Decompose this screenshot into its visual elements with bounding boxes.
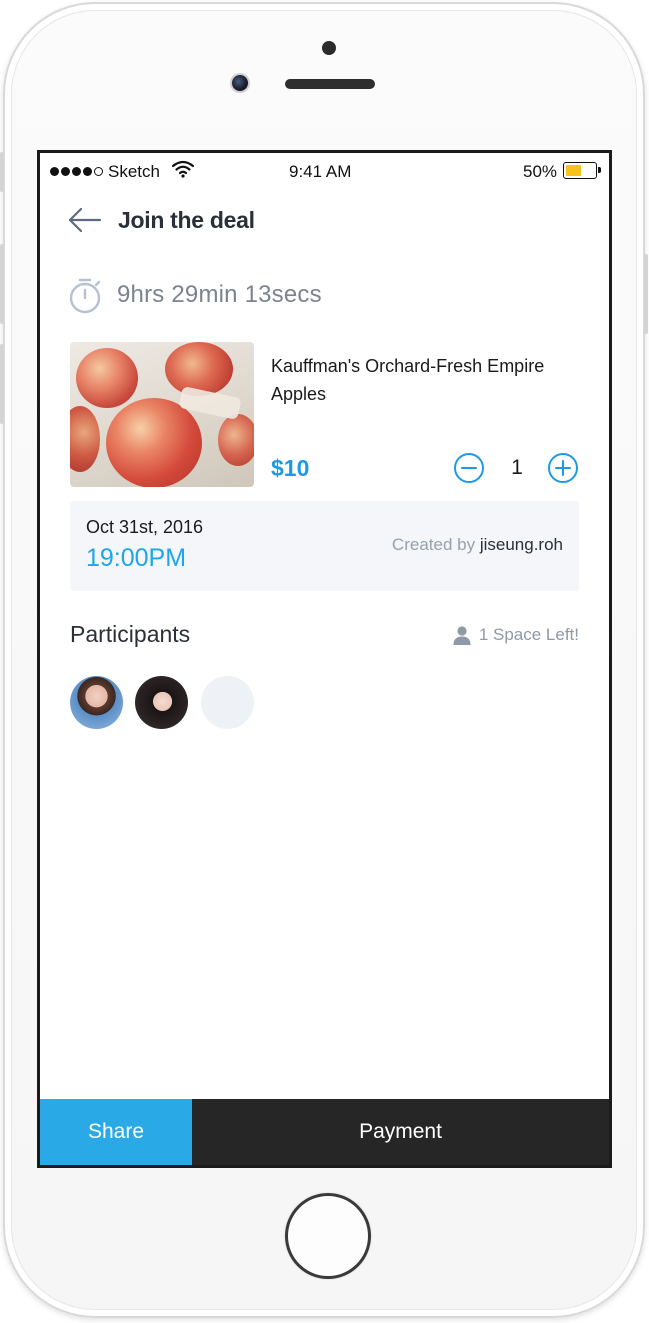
battery-icon [563, 162, 601, 179]
page-title: Join the deal [118, 207, 255, 233]
countdown-timer: 9hrs 29min 13secs [117, 281, 322, 308]
stopwatch-icon [69, 278, 101, 314]
quantity-value: 1 [511, 456, 523, 479]
plus-circle-icon[interactable] [547, 452, 579, 484]
created-by-label: Created by [391, 535, 476, 554]
status-bar: Sketch 9:41 AM 50% [40, 153, 609, 193]
carrier-name: Sketch [108, 162, 160, 181]
space-left-indicator: 1 Space Left! [453, 625, 579, 645]
home-button[interactable] [285, 1193, 371, 1279]
payment-button[interactable]: Payment [192, 1099, 609, 1165]
user-icon [453, 625, 471, 645]
avatar-user-2[interactable] [135, 676, 188, 729]
product-price: $10 [271, 455, 310, 481]
signal-dots-icon [50, 167, 103, 176]
participants-title: Participants [70, 621, 191, 647]
earpiece-speaker [285, 79, 375, 89]
bottom-action-bar: Share Payment [40, 1099, 609, 1165]
battery-fill [565, 164, 581, 176]
product-name: Kauffman's Orchard-Fresh Empire Apples [271, 356, 545, 404]
avatar-empty-slot[interactable] [201, 676, 254, 729]
created-by: Created by jiseung.roh [392, 535, 563, 555]
front-camera [230, 73, 250, 93]
volume-down-button [0, 344, 4, 424]
avatar-user-1[interactable] [70, 676, 123, 729]
space-left-text: 1 Space Left! [478, 625, 579, 644]
power-button [644, 254, 648, 334]
wifi-icon [172, 160, 194, 178]
mute-switch [0, 152, 4, 192]
volume-up-button [0, 244, 4, 324]
page-header: Join the deal [40, 193, 609, 253]
status-time: 9:41 AM [289, 162, 352, 181]
deal-date: Oct 31st, 2016 [86, 517, 204, 537]
battery-percentage: 50% [523, 162, 558, 181]
creator-username[interactable]: jiseung.roh [480, 535, 563, 554]
arrow-left-icon[interactable] [68, 207, 102, 233]
app-screen: Sketch 9:41 AM 50% Join the deal 9hrs 29… [37, 150, 612, 1168]
share-button[interactable]: Share [40, 1099, 192, 1165]
deal-info-box: Oct 31st, 2016 19:00PM Created by jiseun… [70, 501, 579, 591]
minus-circle-icon[interactable] [453, 452, 485, 484]
proximity-sensor [322, 41, 336, 55]
product-image [70, 342, 254, 487]
deal-time: 19:00PM [86, 544, 187, 572]
